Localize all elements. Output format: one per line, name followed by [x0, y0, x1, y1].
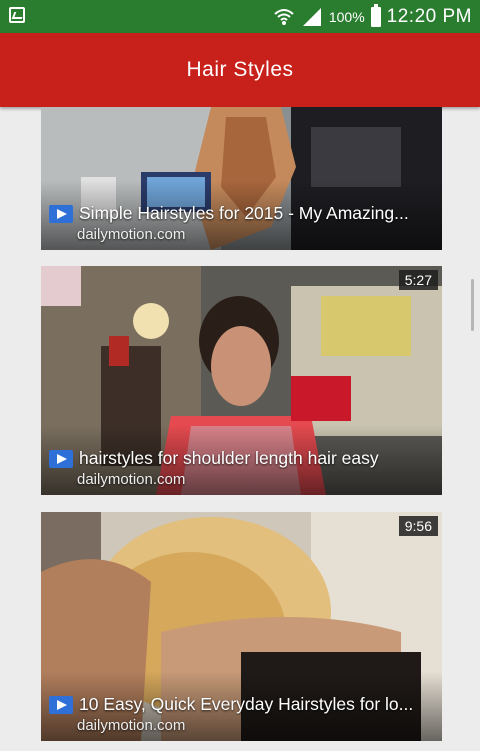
status-bar: 100% 12:20 PM — [0, 0, 480, 33]
status-icons: 100% 12:20 PM — [273, 0, 472, 33]
app-bar: Hair Styles — [0, 33, 480, 107]
video-duration: 5:27 — [398, 270, 438, 290]
video-card[interactable]: 9:56 10 Easy, Quick Everyday Hairstyles … — [41, 512, 442, 741]
video-duration: 9:56 — [398, 516, 438, 536]
video-card[interactable]: 5:27 hairstyles for shoulder length hair… — [41, 266, 442, 495]
video-title: 10 Easy, Quick Everyday Hairstyles for l… — [79, 694, 414, 714]
wifi-icon — [273, 7, 295, 27]
app-title: Hair Styles — [186, 58, 294, 81]
video-source: dailymotion.com — [77, 226, 186, 243]
scrollbar[interactable] — [471, 279, 474, 331]
clock: 12:20 PM — [386, 5, 472, 27]
play-icon — [49, 449, 73, 468]
signal-icon — [301, 7, 323, 27]
video-card[interactable]: Simple Hairstyles for 2015 - My Amazing.… — [41, 107, 442, 250]
battery-icon — [370, 3, 381, 27]
video-source: dailymotion.com — [77, 471, 186, 488]
video-feed[interactable]: Simple Hairstyles for 2015 - My Amazing.… — [0, 107, 480, 751]
play-icon — [49, 204, 73, 223]
video-title: hairstyles for shoulder length hair easy — [79, 448, 379, 468]
screenshot-notification-icon — [9, 7, 25, 23]
play-icon — [49, 695, 73, 714]
battery-percent: 100% — [328, 8, 365, 25]
video-title: Simple Hairstyles for 2015 - My Amazing.… — [79, 203, 409, 223]
video-source: dailymotion.com — [77, 717, 186, 734]
